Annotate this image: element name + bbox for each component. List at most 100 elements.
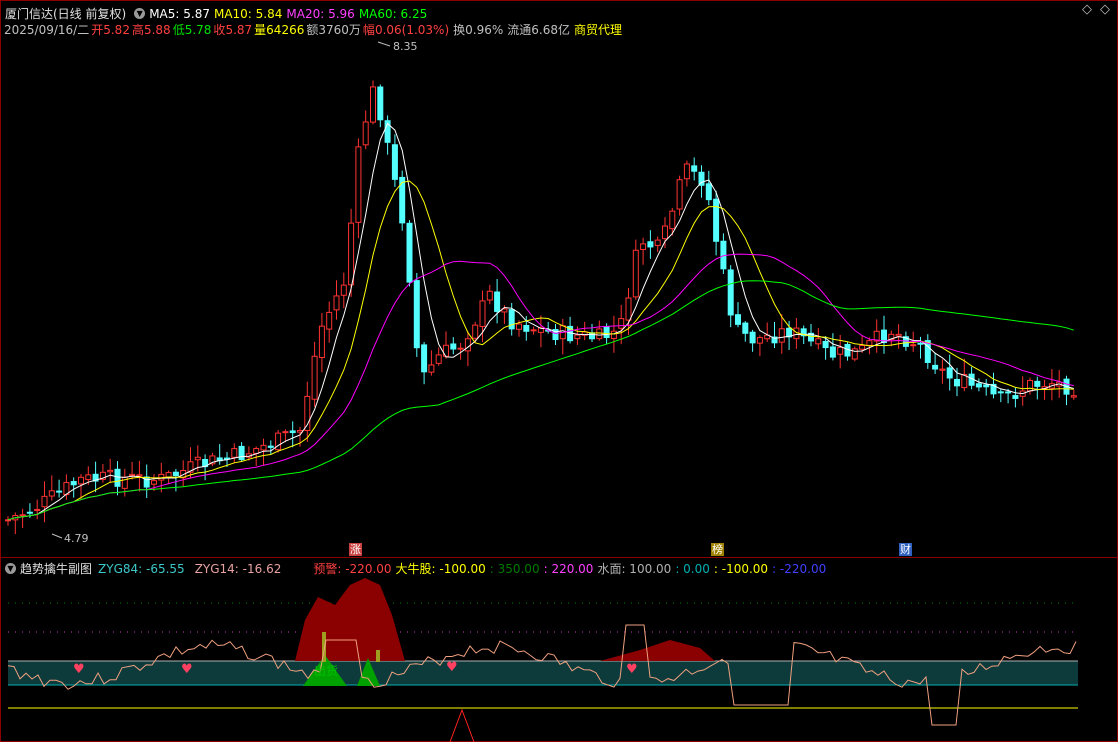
zyg84-value: ZYG84: -65.55 xyxy=(98,561,185,576)
ma10-line xyxy=(7,180,1074,521)
low-value: 5.78 xyxy=(184,22,212,37)
change-label: 幅 xyxy=(362,23,375,37)
candle xyxy=(340,272,347,309)
candle xyxy=(683,160,690,187)
badge-financial-report[interactable]: 财 xyxy=(899,543,912,556)
candle xyxy=(348,208,355,297)
candle xyxy=(727,265,734,328)
candle xyxy=(326,301,333,343)
water-level: 水面: 100.00 xyxy=(597,562,672,576)
candle xyxy=(92,461,99,493)
candle xyxy=(304,381,311,442)
bull-stock-value: 大牛股: -100.00 xyxy=(395,562,486,576)
candle xyxy=(735,302,741,328)
candle xyxy=(114,461,121,496)
indicator-dropdown-icon[interactable]: ▼ xyxy=(134,8,146,19)
quote-row: 2025/09/16/二 开 5.82 高 5.88 低 5.78 收 5.87… xyxy=(4,21,626,38)
industry[interactable]: 商贸代理 xyxy=(574,21,622,38)
candle xyxy=(19,508,26,528)
candle xyxy=(946,354,953,391)
indicator-dropdown-icon-2[interactable]: ▼ xyxy=(5,563,16,574)
badge-limit-up[interactable]: 涨 xyxy=(349,543,362,556)
candle xyxy=(275,429,282,453)
red-hill xyxy=(295,578,405,661)
candle xyxy=(808,324,814,347)
change-value: 0.06(1.03%) xyxy=(374,22,450,37)
candle xyxy=(749,329,756,352)
candle xyxy=(829,333,836,361)
candle xyxy=(975,378,982,392)
candle xyxy=(640,237,647,265)
candle xyxy=(662,217,668,249)
candle xyxy=(932,352,939,374)
candle xyxy=(1034,376,1041,400)
heart-icon: ♥ xyxy=(626,662,638,677)
candle xyxy=(545,321,552,334)
level-neg100: : -100.00 xyxy=(713,561,769,576)
diamond-icon[interactable]: ◇ xyxy=(1082,2,1092,17)
warning-value: 预警: -220.00 xyxy=(313,562,392,576)
candle xyxy=(172,468,179,492)
open-label: 开 xyxy=(91,23,104,37)
candle xyxy=(756,335,763,357)
candle xyxy=(625,288,632,335)
ma20-line xyxy=(7,253,1074,521)
candle xyxy=(253,446,260,466)
close-value: 5.87 xyxy=(225,22,253,37)
high-price-pointer xyxy=(377,41,391,47)
candle xyxy=(370,80,376,125)
expand-icon[interactable]: ◇ xyxy=(1100,2,1110,17)
candle xyxy=(406,220,413,287)
candle xyxy=(720,233,727,274)
candle xyxy=(428,350,435,376)
candle xyxy=(187,447,194,478)
low-price-label: 4.79 xyxy=(64,532,89,545)
candle xyxy=(494,278,501,324)
candle xyxy=(333,280,340,320)
candle xyxy=(844,342,851,361)
candle xyxy=(924,334,931,369)
candle xyxy=(48,475,55,501)
yellow-bar-2 xyxy=(376,650,380,662)
badge-dragon-tiger-list[interactable]: 榜 xyxy=(711,543,724,556)
candlestick-chart[interactable]: 8.35 4.79 ♥ ♥ ♥ ♥ xyxy=(0,0,1118,742)
amount-label: 额 xyxy=(306,23,319,37)
candle xyxy=(654,236,661,252)
indicator-title[interactable]: 趋势擒牛副图 xyxy=(20,560,92,577)
candle xyxy=(41,481,48,523)
candle xyxy=(983,379,990,396)
candle xyxy=(939,359,946,384)
level-220: : 220.00 xyxy=(543,561,594,576)
candle xyxy=(399,170,406,231)
candle xyxy=(231,443,238,464)
candle xyxy=(143,464,150,498)
low-label: 低 xyxy=(172,23,185,37)
candle xyxy=(997,388,1004,403)
high-price-label: 8.35 xyxy=(393,40,418,53)
candle xyxy=(1012,387,1019,408)
ma10-label: MA10: 5.84 xyxy=(213,6,283,21)
candle xyxy=(632,239,639,300)
candle xyxy=(530,326,537,335)
heart-icon: ♥ xyxy=(446,660,458,675)
candle xyxy=(391,134,398,187)
candle xyxy=(1063,375,1070,406)
level-neg220: : -220.00 xyxy=(772,561,827,576)
candle xyxy=(99,463,106,483)
candle xyxy=(1027,377,1033,395)
ma20-label: MA20: 5.96 xyxy=(286,6,355,21)
header-row: 厦门信达(日线 前复权) ▼ MA5: 5.87 MA10: 5.84 MA20… xyxy=(0,5,431,22)
candle xyxy=(1019,376,1026,406)
candle xyxy=(121,468,128,497)
candle xyxy=(713,190,720,256)
candle xyxy=(5,516,11,526)
level-0: : 0.00 xyxy=(675,561,710,576)
quote-date: 2025/09/16/二 xyxy=(4,23,90,37)
level-350: : 350.00 xyxy=(489,561,540,576)
candle xyxy=(267,440,274,455)
high-label: 高 xyxy=(131,23,144,37)
candle xyxy=(917,336,924,359)
indicator-header: ▼ 趋势擒牛副图 ZYG84: -65.55 ZYG14: -16.62 预警:… xyxy=(0,560,830,577)
turnover: 换0.96% xyxy=(453,23,504,37)
candle xyxy=(450,337,457,355)
